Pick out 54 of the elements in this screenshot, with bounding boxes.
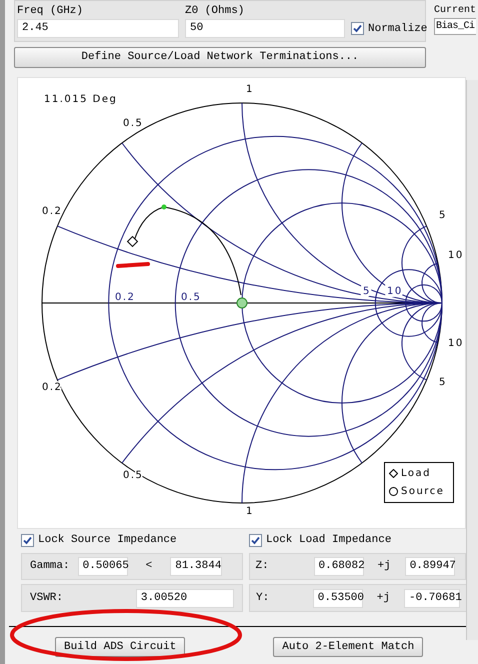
checkbox-label: Lock Source Impedance bbox=[38, 532, 177, 548]
checkmark-icon bbox=[251, 536, 260, 544]
checkbox-label: Lock Load Impedance bbox=[266, 532, 392, 548]
z-real-field[interactable]: 0.68082 bbox=[314, 557, 364, 576]
field-label: Z0 (Ohms) bbox=[185, 4, 246, 18]
z0-field[interactable]: 50 bbox=[185, 19, 345, 38]
load-marker-icon bbox=[126, 236, 138, 248]
legend-label: Source bbox=[401, 485, 444, 499]
checkmark-icon bbox=[23, 536, 32, 544]
y-imaginary-field[interactable]: -0.70681 bbox=[404, 588, 460, 608]
scale-label: 0.5 bbox=[123, 118, 144, 129]
annotation-mark bbox=[116, 262, 150, 268]
circle-icon bbox=[389, 487, 398, 496]
lock-load-checkbox[interactable] bbox=[249, 534, 262, 546]
gamma-label: Gamma: bbox=[30, 559, 70, 574]
checkmark-icon bbox=[353, 24, 362, 34]
gamma-angle-field[interactable]: 81.3844 bbox=[170, 557, 222, 576]
legend-label: Load bbox=[401, 467, 431, 481]
angle-readout: 11.015 Deg bbox=[44, 94, 118, 105]
scale-label: 0.2 bbox=[42, 206, 62, 217]
define-terminations-button[interactable]: Define Source/Load Network Terminations... bbox=[14, 47, 426, 68]
field-label: Freq (GHz) bbox=[17, 4, 84, 18]
lock-source-checkbox[interactable] bbox=[21, 534, 34, 546]
diamond-icon bbox=[389, 469, 398, 478]
scale-label: 1 bbox=[246, 506, 254, 517]
scale-label: 5 bbox=[439, 377, 447, 388]
y-real-field[interactable]: 0.53500 bbox=[312, 588, 363, 608]
scale-label: 0.5 bbox=[123, 470, 144, 481]
action-button[interactable]: Build ADS Circuit bbox=[55, 637, 186, 657]
action-button[interactable]: Auto 2-Element Match bbox=[273, 637, 424, 657]
frequency-field[interactable]: 2.45 bbox=[17, 19, 179, 38]
scale-label: 0.2 bbox=[42, 382, 62, 393]
j-label: +j bbox=[376, 590, 390, 606]
j-label: +j bbox=[378, 559, 391, 574]
z-label: Z: bbox=[256, 559, 270, 574]
vswr-label: VSWR: bbox=[30, 590, 64, 606]
source-marker-icon bbox=[236, 298, 248, 308]
current-dropdown[interactable]: Bias_Ci bbox=[434, 18, 476, 35]
scale-label: 10 bbox=[448, 250, 464, 261]
angle-symbol: < bbox=[146, 559, 152, 574]
gamma-magnitude-field[interactable]: 0.50065 bbox=[78, 557, 128, 576]
checkbox-label: Normalize bbox=[368, 22, 428, 36]
vswr-field[interactable]: 3.00520 bbox=[136, 588, 234, 608]
scale-label: 1 bbox=[246, 84, 254, 95]
marker-dot bbox=[162, 204, 166, 210]
scale-label: 0.5 bbox=[181, 292, 202, 303]
y-label: Y: bbox=[256, 590, 270, 606]
scale-label: 5 bbox=[439, 210, 447, 221]
scale-label: 5 bbox=[363, 286, 371, 297]
scale-label: 10 bbox=[448, 338, 464, 349]
normalize-checkbox[interactable] bbox=[351, 22, 364, 36]
scale-label: 0.2 bbox=[115, 292, 136, 303]
z-imaginary-field[interactable]: 0.89947 bbox=[404, 557, 455, 576]
current-label: Current bbox=[434, 4, 476, 18]
